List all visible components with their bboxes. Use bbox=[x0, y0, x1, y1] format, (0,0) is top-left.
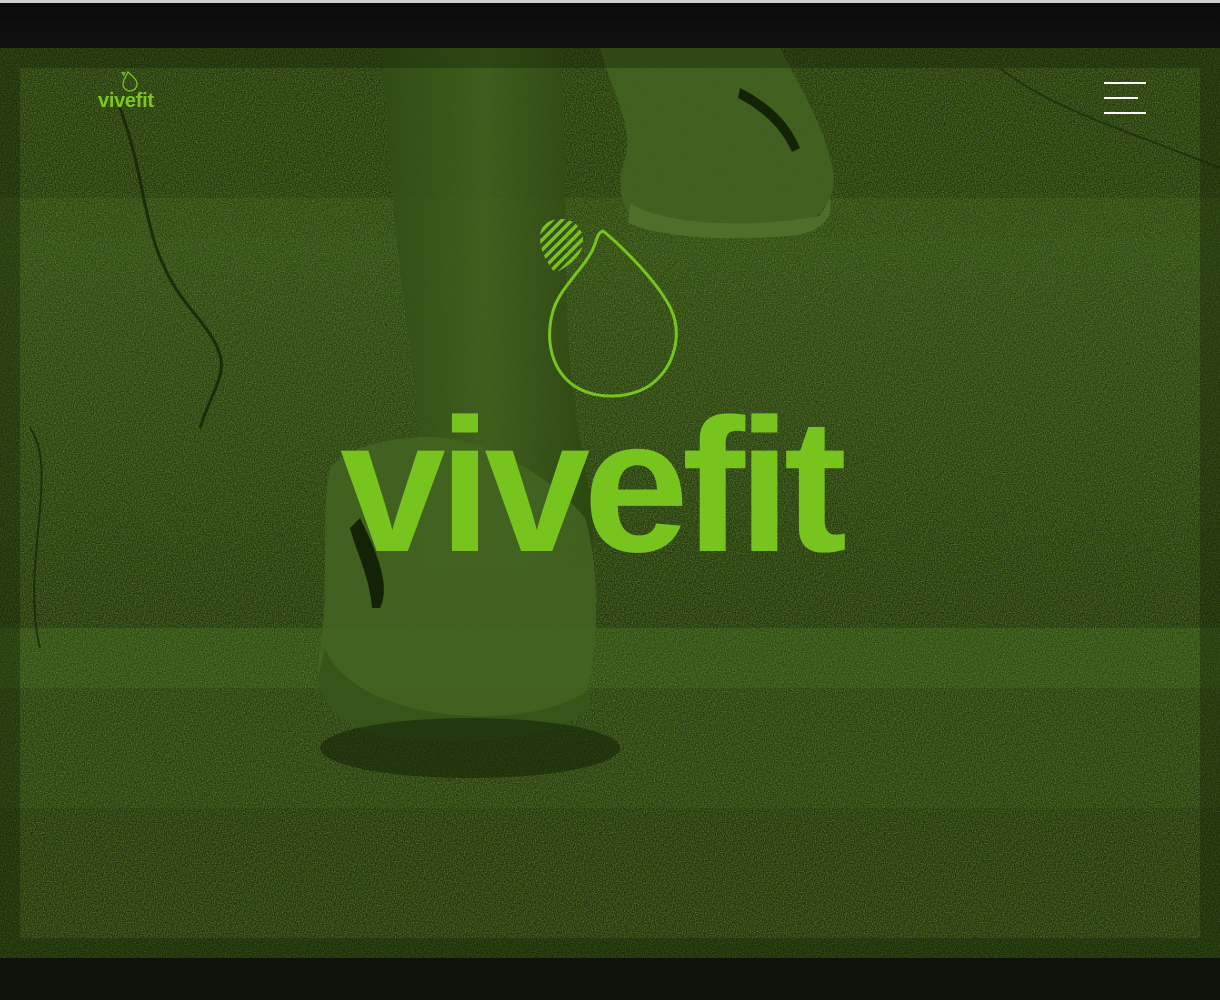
page: vivefit vivefit bbox=[0, 0, 1220, 1000]
header-logo-text: vivefit bbox=[98, 90, 154, 112]
hero-logo: vivefit bbox=[340, 215, 880, 581]
water-drop-icon bbox=[121, 70, 138, 92]
header-logo[interactable]: vivefit bbox=[98, 70, 162, 116]
menu-line-middle bbox=[1104, 97, 1138, 99]
hero-logo-text: vivefit bbox=[340, 380, 847, 592]
hamburger-menu-button[interactable] bbox=[1100, 78, 1148, 118]
browser-top-strip bbox=[0, 0, 1220, 48]
page-bottom-strip bbox=[0, 958, 1220, 1000]
site-header: vivefit bbox=[0, 48, 1220, 148]
menu-line-bottom bbox=[1104, 112, 1146, 114]
water-drop-icon bbox=[540, 219, 678, 398]
menu-line-top bbox=[1104, 82, 1146, 84]
